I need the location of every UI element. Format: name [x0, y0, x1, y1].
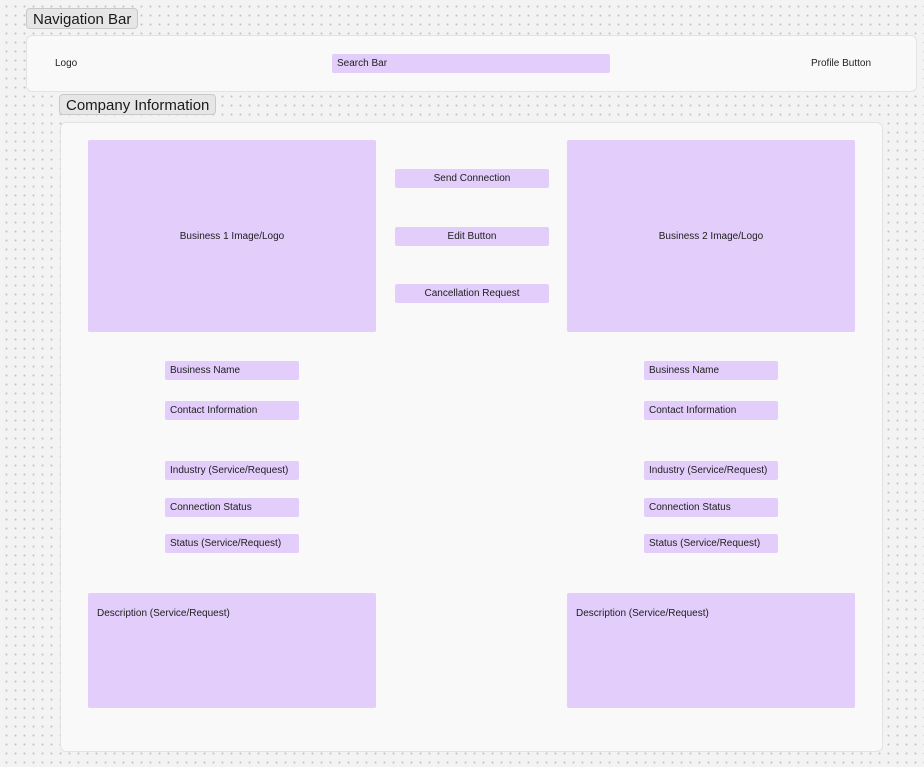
business-1-status-field: Status (Service/Request) — [165, 534, 299, 553]
logo[interactable]: Logo — [55, 57, 77, 71]
business-2-description: Description (Service/Request) — [567, 593, 855, 708]
search-input[interactable]: Search Bar — [332, 54, 610, 73]
navigation-bar: Logo Search Bar Profile Button — [26, 35, 917, 92]
navigation-bar-frame-label: Navigation Bar — [26, 8, 139, 29]
business-1-contact-field: Contact Information — [165, 401, 299, 420]
business-1-image: Business 1 Image/Logo — [88, 140, 376, 332]
company-information-panel: Business 1 Image/Logo Send Connection Ed… — [60, 122, 883, 752]
business-1-industry-field: Industry (Service/Request) — [165, 461, 299, 480]
business-2-contact-field: Contact Information — [644, 401, 778, 420]
send-connection-button[interactable]: Send Connection — [395, 169, 549, 188]
business-2-image: Business 2 Image/Logo — [567, 140, 855, 332]
profile-button[interactable]: Profile Button — [811, 57, 871, 71]
business-1-description: Description (Service/Request) — [88, 593, 376, 708]
business-2-connection-status-field: Connection Status — [644, 498, 778, 517]
company-information-frame-label: Company Information — [59, 94, 217, 115]
business-2-industry-field: Industry (Service/Request) — [644, 461, 778, 480]
edit-button[interactable]: Edit Button — [395, 227, 549, 246]
business-1-connection-status-field: Connection Status — [165, 498, 299, 517]
cancellation-request-button[interactable]: Cancellation Request — [395, 284, 549, 303]
business-2-name-field: Business Name — [644, 361, 778, 380]
business-2-status-field: Status (Service/Request) — [644, 534, 778, 553]
business-1-name-field: Business Name — [165, 361, 299, 380]
